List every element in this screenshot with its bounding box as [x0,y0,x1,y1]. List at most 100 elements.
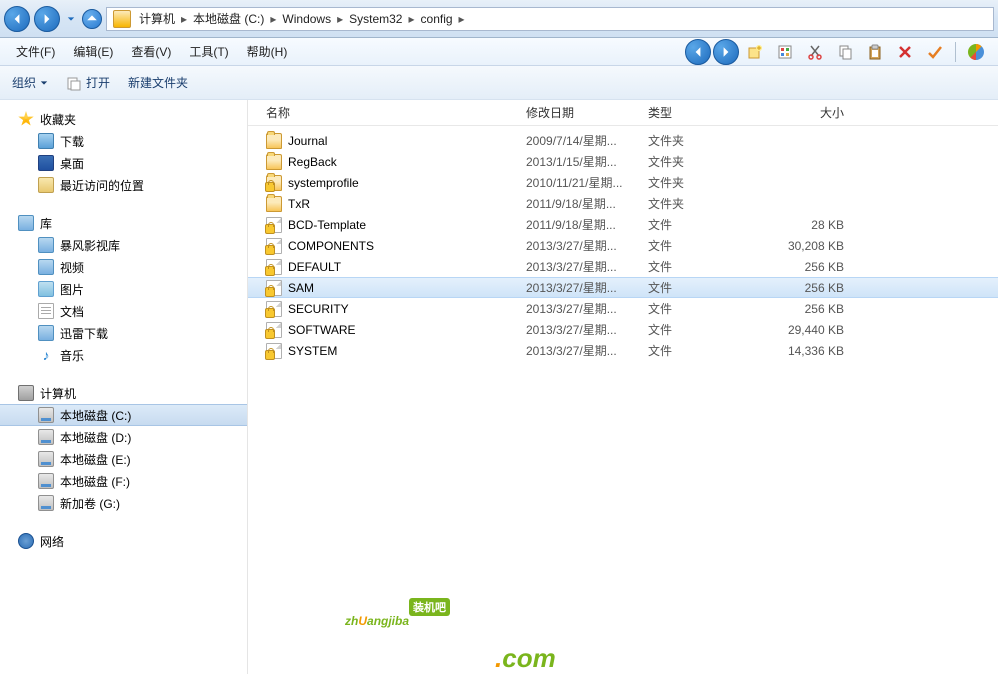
file-name: DEFAULT [288,260,341,274]
file-row[interactable]: COMPONENTS2013/3/27/星期...文件30,208 KB [248,235,998,256]
file-date: 2013/3/27/星期... [526,279,648,296]
breadcrumb-item[interactable]: config [417,8,457,30]
nav-libraries[interactable]: 库 [0,212,247,234]
lock-icon [265,329,275,339]
drive-icon [38,495,54,511]
folder-icon [38,133,54,149]
file-row[interactable]: RegBack2013/1/15/星期...文件夹 [248,151,998,172]
toolbar-check-icon[interactable] [921,40,949,64]
file-size: 28 KB [768,218,858,232]
breadcrumb-item[interactable]: System32 [345,8,406,30]
cmd-new-folder[interactable]: 新建文件夹 [128,74,188,91]
nav-lib-thunder[interactable]: 迅雷下载 [0,322,247,344]
documents-icon [38,303,54,319]
nav-up-button[interactable] [82,9,102,29]
file-row[interactable]: BCD-Template2011/9/18/星期...文件28 KB [248,214,998,235]
toolbar-forward-button[interactable] [713,39,739,65]
nav-network[interactable]: 网络 [0,530,247,552]
toolbar-copy-icon[interactable] [831,40,859,64]
computer-icon [18,385,34,401]
nav-lib-video[interactable]: 视频 [0,256,247,278]
lock-icon [265,350,275,360]
nav-drive-d[interactable]: 本地磁盘 (D:) [0,426,247,448]
toolbar-cut-icon[interactable] [801,40,829,64]
nav-lib-music[interactable]: ♪音乐 [0,344,247,366]
menu-tools[interactable]: 工具(T) [181,39,236,64]
nav-drive-f[interactable]: 本地磁盘 (F:) [0,470,247,492]
menu-bar: 文件(F) 编辑(E) 查看(V) 工具(T) 帮助(H) [0,38,998,66]
file-date: 2010/11/21/星期... [526,174,648,191]
menu-help[interactable]: 帮助(H) [239,39,296,64]
file-size: 256 KB [768,302,858,316]
nav-drive-g[interactable]: 新加卷 (G:) [0,492,247,514]
breadcrumb-item[interactable]: 计算机 [135,8,179,30]
nav-computer[interactable]: 计算机 [0,382,247,404]
file-row[interactable]: SOFTWARE2013/3/27/星期...文件29,440 KB [248,319,998,340]
breadcrumb-item[interactable]: 本地磁盘 (C:) [189,8,268,30]
file-row[interactable]: SECURITY2013/3/27/星期...文件256 KB [248,298,998,319]
file-row[interactable]: Journal2009/7/14/星期...文件夹 [248,130,998,151]
nav-history-dropdown[interactable] [64,9,78,29]
nav-lib-storm[interactable]: 暴风影视库 [0,234,247,256]
folder-icon [266,196,282,212]
file-name: SOFTWARE [288,323,356,337]
file-type: 文件夹 [648,174,768,191]
file-row[interactable]: SYSTEM2013/3/27/星期...文件14,336 KB [248,340,998,361]
nav-recent[interactable]: 最近访问的位置 [0,174,247,196]
file-row[interactable]: TxR2011/9/18/星期...文件夹 [248,193,998,214]
file-name: SYSTEM [288,344,337,358]
library-icon [18,215,34,231]
toolbar-paste-icon[interactable] [861,40,889,64]
col-type[interactable]: 类型 [648,104,768,121]
col-date[interactable]: 修改日期 [526,104,648,121]
cmd-open[interactable]: 打开 [66,74,110,91]
nav-lib-documents[interactable]: 文档 [0,300,247,322]
nav-lib-pictures[interactable]: 图片 [0,278,247,300]
toolbar-properties-icon[interactable] [771,40,799,64]
col-name[interactable]: 名称 [266,104,526,121]
nav-desktop[interactable]: 桌面 [0,152,247,174]
file-icon [266,259,282,275]
nav-drive-c[interactable]: 本地磁盘 (C:) [0,404,247,426]
toolbar-delete-icon[interactable] [891,40,919,64]
file-type: 文件夹 [648,195,768,212]
breadcrumb-item[interactable]: Windows [278,8,335,30]
cmd-organize[interactable]: 组织 [12,74,48,91]
menu-view[interactable]: 查看(V) [123,39,179,64]
breadcrumb-separator[interactable]: ▸ [335,12,345,26]
lock-icon [265,245,275,255]
file-name: SECURITY [288,302,349,316]
menu-edit[interactable]: 编辑(E) [65,39,121,64]
file-type: 文件 [648,279,768,296]
breadcrumb-separator[interactable]: ▸ [406,12,416,26]
file-row[interactable]: SAM2013/3/27/星期...文件256 KB [248,277,998,298]
file-row[interactable]: systemprofile2010/11/21/星期...文件夹 [248,172,998,193]
nav-forward-button[interactable] [34,6,60,32]
col-size[interactable]: 大小 [768,104,858,121]
breadcrumb[interactable]: 计算机▸本地磁盘 (C:)▸Windows▸System32▸config▸ [106,7,994,31]
lock-icon [265,224,275,234]
toolbar-globe-icon[interactable] [962,40,990,64]
nav-downloads[interactable]: 下载 [0,130,247,152]
nav-back-button[interactable] [4,6,30,32]
file-size: 256 KB [768,281,858,295]
file-date: 2011/9/18/星期... [526,216,648,233]
nav-drive-e[interactable]: 本地磁盘 (E:) [0,448,247,470]
toolbar-back-button[interactable] [685,39,711,65]
file-name: RegBack [288,155,337,169]
file-date: 2013/3/27/星期... [526,321,648,338]
file-icon [266,343,282,359]
file-icon [266,301,282,317]
breadcrumb-separator[interactable]: ▸ [457,12,467,26]
file-icon [266,322,282,338]
toolbar-new-icon[interactable] [741,40,769,64]
video-icon [38,259,54,275]
nav-favorites[interactable]: 收藏夹 [0,108,247,130]
breadcrumb-separator[interactable]: ▸ [179,12,189,26]
menu-file[interactable]: 文件(F) [8,39,63,64]
file-row[interactable]: DEFAULT2013/3/27/星期...文件256 KB [248,256,998,277]
main-area: 收藏夹 下载 桌面 最近访问的位置 库 暴风影视库 视频 图片 文档 迅雷下载 … [0,100,998,674]
lock-icon [265,308,275,318]
file-date: 2013/3/27/星期... [526,300,648,317]
breadcrumb-separator[interactable]: ▸ [268,12,278,26]
